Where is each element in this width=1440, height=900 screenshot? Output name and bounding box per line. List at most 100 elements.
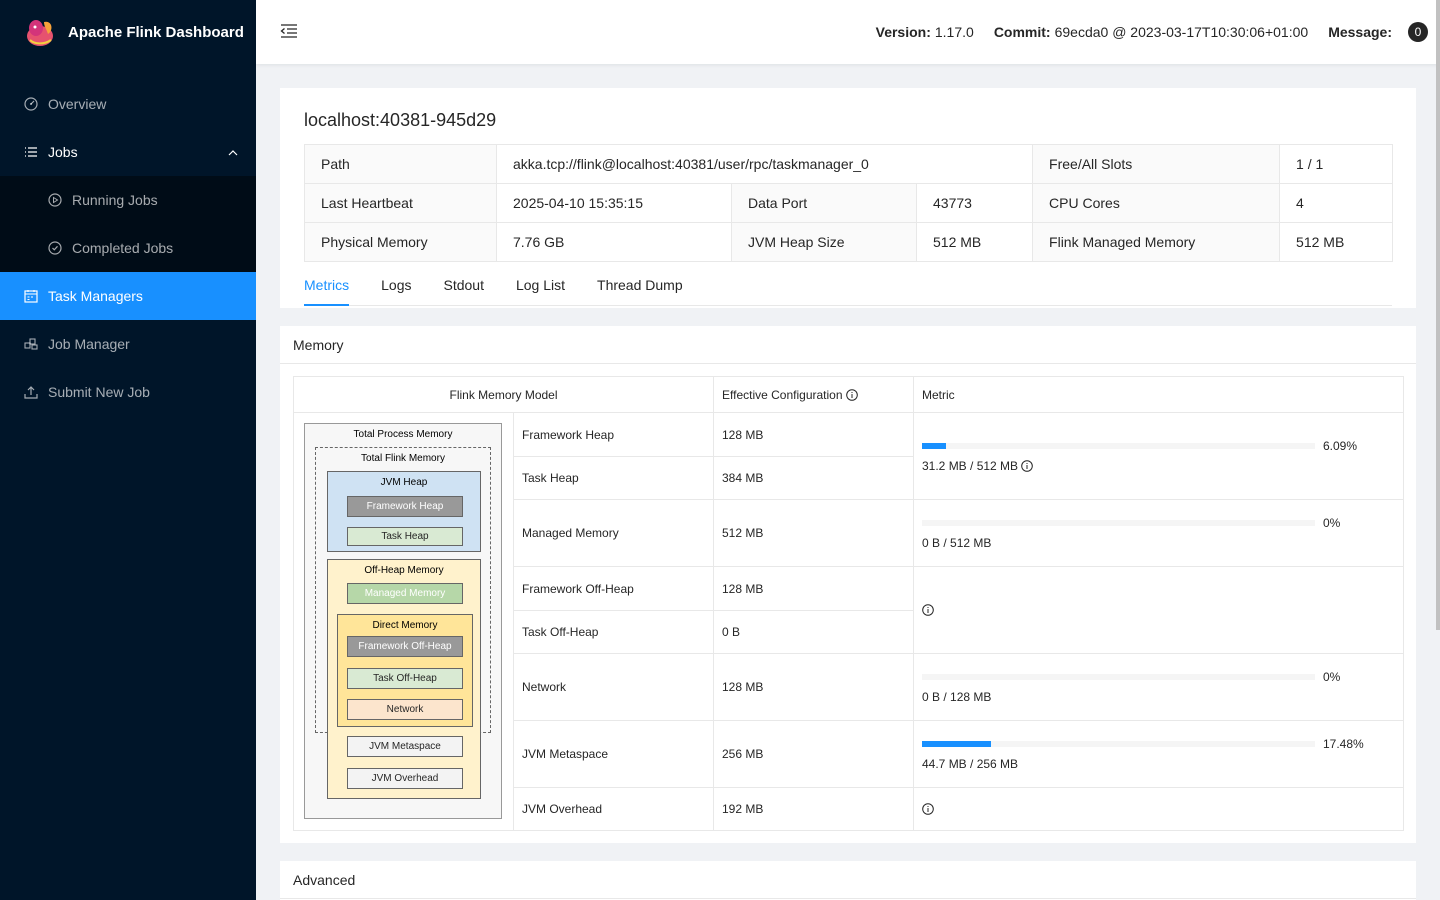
diagram-overhead: JVM Overhead — [347, 768, 463, 789]
row-framework-heap-name: Framework Heap — [513, 412, 714, 457]
network-progress-track — [922, 674, 1315, 680]
main-content: localhost:40381-945d29 Path akka.tcp://f… — [280, 88, 1416, 900]
row-framework-offheap-name: Framework Off-Heap — [513, 566, 714, 611]
tab-metrics[interactable]: Metrics — [304, 266, 350, 306]
memory-model-diagram: Total Process Memory Total Flink Memory … — [304, 423, 502, 819]
heap-progress-fill — [922, 443, 946, 449]
brand[interactable]: Apache Flink Dashboard — [0, 0, 256, 64]
taskmanager-title: localhost:40381-945d29 — [304, 110, 497, 130]
sidebar-item-label: Overview — [48, 96, 107, 112]
heartbeat-value: 2025-04-10 15:35:15 — [496, 183, 732, 223]
sidebar-menu: Overview Jobs Running Jobs Completed Job… — [0, 80, 256, 416]
taskmanager-card: localhost:40381-945d29 Path akka.tcp://f… — [280, 88, 1416, 308]
path-label: Path — [304, 144, 497, 184]
jvmheap-label: JVM Heap Size — [731, 222, 917, 262]
metric-overhead — [913, 787, 1404, 831]
top-header: Version: 1.17.0 Commit: 69ecda0 @ 2023-0… — [256, 0, 1440, 64]
sidebar-item-label: Running Jobs — [72, 192, 158, 208]
row-task-heap-name: Task Heap — [513, 456, 714, 500]
metaspace-progress-fill — [922, 741, 991, 747]
cluster-icon — [24, 337, 38, 351]
managed-label: Flink Managed Memory — [1032, 222, 1281, 262]
diagram-offheap: Off-Heap Memory — [364, 565, 444, 576]
diagram-managed: Managed Memory — [347, 583, 463, 604]
info-icon[interactable] — [846, 388, 858, 401]
message-count-badge[interactable]: 0 — [1408, 22, 1428, 42]
physmem-value: 7.76 GB — [496, 222, 732, 262]
header-info: Version: 1.17.0 Commit: 69ecda0 @ 2023-0… — [876, 0, 1428, 64]
upload-icon — [24, 385, 38, 399]
sidebar-item-jobs[interactable]: Jobs — [0, 128, 256, 176]
menu-fold-icon[interactable] — [280, 22, 298, 40]
diagram-total-flink: Total Flink Memory — [361, 453, 445, 464]
chevron-up-icon — [228, 145, 238, 161]
slots-label: Free/All Slots — [1032, 144, 1281, 184]
cpu-label: CPU Cores — [1032, 183, 1281, 223]
version-label: Version: — [875, 24, 931, 40]
col-effective-config-label: Effective Configuration — [722, 387, 843, 402]
info-icon[interactable] — [1021, 460, 1034, 472]
diagram-task-heap: Task Heap — [347, 527, 463, 546]
metric-metaspace: 17.48% 44.7 MB / 256 MB — [913, 720, 1404, 788]
commit-value: 69ecda0 @ 2023-03-17T10:30:06+01:00 — [1054, 24, 1309, 40]
dashboard-icon — [24, 97, 38, 111]
metric-offheap — [913, 566, 1404, 654]
tab-thread-dump[interactable]: Thread Dump — [597, 266, 683, 306]
sidebar: Apache Flink Dashboard Overview Jobs Run… — [0, 0, 256, 900]
metaspace-progress-track — [922, 741, 1315, 747]
dataport-label: Data Port — [731, 183, 917, 223]
row-task-offheap-name: Task Off-Heap — [513, 610, 714, 654]
heap-progress-percent: 6.09% — [1323, 439, 1358, 453]
network-progress: 0% — [922, 670, 1395, 684]
taskmanager-descriptions: Path akka.tcp://flink@localhost:40381/us… — [304, 144, 1394, 262]
sidebar-item-label: Job Manager — [48, 336, 130, 352]
commit-label: Commit: — [993, 24, 1051, 40]
sidebar-item-completed-jobs[interactable]: Completed Jobs — [0, 224, 256, 272]
heap-usage-text: 31.2 MB / 512 MB — [922, 459, 1019, 473]
tab-stdout[interactable]: Stdout — [443, 266, 483, 306]
cpu-value: 4 — [1279, 183, 1394, 223]
version-value: 1.17.0 — [934, 24, 974, 40]
managed-usage-text: 0 B / 512 MB — [922, 536, 992, 550]
diagram-jvm-heap: JVM Heap — [380, 477, 428, 488]
sidebar-item-running-jobs[interactable]: Running Jobs — [0, 176, 256, 224]
advanced-card: Advanced — [280, 861, 1416, 900]
physmem-label: Physical Memory — [304, 222, 497, 262]
info-icon[interactable] — [922, 604, 934, 616]
network-progress-percent: 0% — [1323, 670, 1341, 684]
sidebar-item-task-managers[interactable]: Task Managers — [0, 272, 256, 320]
diagram-metaspace: JVM Metaspace — [347, 736, 463, 757]
metric-heap: 6.09% 31.2 MB / 512 MB — [913, 412, 1404, 500]
list-icon — [24, 145, 38, 159]
row-framework-offheap-config: 128 MB — [713, 566, 914, 611]
taskmanager-tabs: Metrics Logs Stdout Log List Thread Dump — [304, 266, 1392, 306]
advanced-card-title: Advanced — [280, 861, 1416, 899]
diagram-network: Network — [347, 699, 463, 720]
sidebar-item-submit-new-job[interactable]: Submit New Job — [0, 368, 256, 416]
row-network-config: 128 MB — [713, 653, 914, 721]
flink-squirrel-logo — [27, 20, 53, 46]
sidebar-item-label: Task Managers — [48, 288, 143, 304]
sidebar-item-label: Submit New Job — [48, 384, 150, 400]
row-overhead-name: JVM Overhead — [513, 787, 714, 831]
row-network-name: Network — [513, 653, 714, 721]
tab-logs[interactable]: Logs — [381, 266, 411, 306]
diagram-direct: Direct Memory — [372, 620, 438, 631]
page-scrollbar[interactable] — [1436, 0, 1440, 630]
memory-table: Flink Memory Model Effective Configurati… — [293, 376, 1404, 831]
info-icon[interactable] — [922, 803, 934, 815]
brand-title: Apache Flink Dashboard — [68, 23, 244, 41]
check-circle-icon — [48, 241, 62, 255]
managed-value: 512 MB — [1279, 222, 1394, 262]
sidebar-item-overview[interactable]: Overview — [0, 80, 256, 128]
message-label[interactable]: Message: — [1328, 24, 1392, 40]
diagram-offheap-box: Off-Heap Memory Managed Memory Direct Me… — [327, 559, 481, 799]
row-framework-heap-config: 128 MB — [713, 412, 914, 457]
diagram-direct-box: Direct Memory Framework Off-Heap Task Of… — [337, 614, 473, 727]
tab-log-list[interactable]: Log List — [516, 266, 565, 306]
network-usage-text: 0 B / 128 MB — [922, 690, 992, 704]
row-managed-config: 512 MB — [713, 499, 914, 567]
diagram-task-offheap: Task Off-Heap — [347, 668, 463, 689]
sidebar-item-job-manager[interactable]: Job Manager — [0, 320, 256, 368]
slots-value: 1 / 1 — [1279, 144, 1394, 184]
